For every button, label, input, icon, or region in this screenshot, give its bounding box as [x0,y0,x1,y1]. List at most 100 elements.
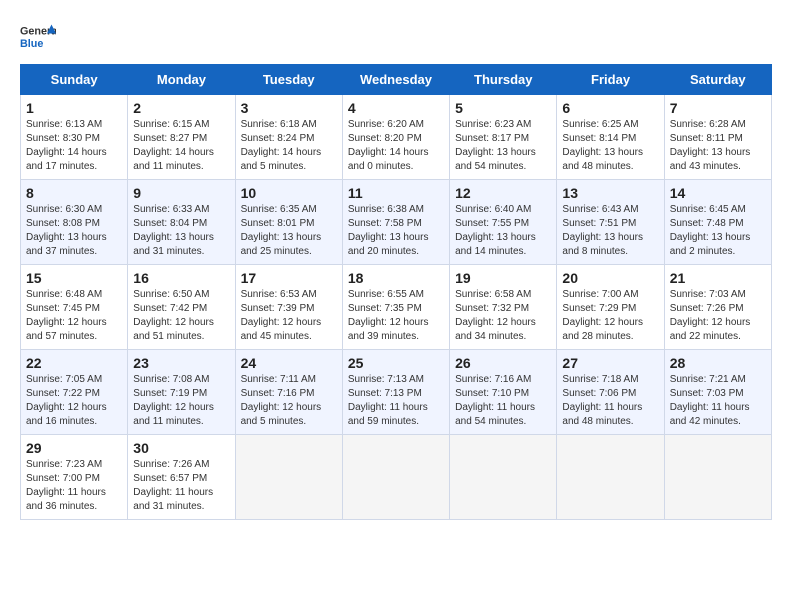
day-number: 29 [26,440,122,456]
day-info: Sunrise: 6:28 AM Sunset: 8:11 PM Dayligh… [670,118,766,174]
calendar-week-row: 1 Sunrise: 6:13 AM Sunset: 8:30 PM Dayli… [21,95,772,180]
day-number: 4 [348,100,444,116]
daylight-label: Daylight: 13 hours and 14 minutes. [455,232,536,257]
sunrise-label: Sunrise: 6:20 AM [348,119,424,130]
day-info: Sunrise: 6:20 AM Sunset: 8:20 PM Dayligh… [348,118,444,174]
calendar-cell: 1 Sunrise: 6:13 AM Sunset: 8:30 PM Dayli… [21,95,128,180]
sunset-label: Sunset: 7:00 PM [26,473,100,484]
sunset-label: Sunset: 8:20 PM [348,133,422,144]
day-info: Sunrise: 6:50 AM Sunset: 7:42 PM Dayligh… [133,288,229,344]
day-number: 9 [133,185,229,201]
header-day-sunday: Sunday [21,65,128,95]
sunrise-label: Sunrise: 6:15 AM [133,119,209,130]
svg-text:Blue: Blue [20,38,43,50]
day-info: Sunrise: 6:13 AM Sunset: 8:30 PM Dayligh… [26,118,122,174]
day-info: Sunrise: 7:16 AM Sunset: 7:10 PM Dayligh… [455,373,551,429]
sunrise-label: Sunrise: 6:40 AM [455,204,531,215]
header-day-thursday: Thursday [450,65,557,95]
sunrise-label: Sunrise: 7:03 AM [670,289,746,300]
logo-icon: General Blue [20,20,56,56]
day-number: 5 [455,100,551,116]
calendar-week-row: 29 Sunrise: 7:23 AM Sunset: 7:00 PM Dayl… [21,435,772,520]
sunset-label: Sunset: 7:03 PM [670,388,744,399]
day-info: Sunrise: 6:58 AM Sunset: 7:32 PM Dayligh… [455,288,551,344]
day-info: Sunrise: 6:23 AM Sunset: 8:17 PM Dayligh… [455,118,551,174]
calendar-cell: 12 Sunrise: 6:40 AM Sunset: 7:55 PM Dayl… [450,180,557,265]
calendar-cell: 5 Sunrise: 6:23 AM Sunset: 8:17 PM Dayli… [450,95,557,180]
day-number: 14 [670,185,766,201]
daylight-label: Daylight: 13 hours and 20 minutes. [348,232,429,257]
calendar-cell: 4 Sunrise: 6:20 AM Sunset: 8:20 PM Dayli… [342,95,449,180]
sunrise-label: Sunrise: 6:43 AM [562,204,638,215]
calendar-cell [450,435,557,520]
sunset-label: Sunset: 6:57 PM [133,473,207,484]
calendar-cell [664,435,771,520]
calendar-cell: 6 Sunrise: 6:25 AM Sunset: 8:14 PM Dayli… [557,95,664,180]
day-info: Sunrise: 6:53 AM Sunset: 7:39 PM Dayligh… [241,288,337,344]
header-day-tuesday: Tuesday [235,65,342,95]
day-info: Sunrise: 6:45 AM Sunset: 7:48 PM Dayligh… [670,203,766,259]
day-number: 17 [241,270,337,286]
daylight-label: Daylight: 13 hours and 43 minutes. [670,147,751,172]
calendar-cell: 16 Sunrise: 6:50 AM Sunset: 7:42 PM Dayl… [128,265,235,350]
day-info: Sunrise: 6:35 AM Sunset: 8:01 PM Dayligh… [241,203,337,259]
sunset-label: Sunset: 7:45 PM [26,303,100,314]
sunrise-label: Sunrise: 7:16 AM [455,374,531,385]
sunrise-label: Sunrise: 7:26 AM [133,459,209,470]
day-info: Sunrise: 7:08 AM Sunset: 7:19 PM Dayligh… [133,373,229,429]
day-info: Sunrise: 6:48 AM Sunset: 7:45 PM Dayligh… [26,288,122,344]
sunset-label: Sunset: 7:13 PM [348,388,422,399]
sunset-label: Sunset: 7:35 PM [348,303,422,314]
daylight-label: Daylight: 12 hours and 5 minutes. [241,402,322,427]
calendar-cell: 27 Sunrise: 7:18 AM Sunset: 7:06 PM Dayl… [557,350,664,435]
calendar-cell: 21 Sunrise: 7:03 AM Sunset: 7:26 PM Dayl… [664,265,771,350]
sunrise-label: Sunrise: 7:11 AM [241,374,316,385]
day-number: 11 [348,185,444,201]
daylight-label: Daylight: 12 hours and 16 minutes. [26,402,107,427]
calendar-cell: 2 Sunrise: 6:15 AM Sunset: 8:27 PM Dayli… [128,95,235,180]
sunset-label: Sunset: 8:14 PM [562,133,636,144]
daylight-label: Daylight: 14 hours and 11 minutes. [133,147,214,172]
calendar-cell: 14 Sunrise: 6:45 AM Sunset: 7:48 PM Dayl… [664,180,771,265]
calendar-cell: 18 Sunrise: 6:55 AM Sunset: 7:35 PM Dayl… [342,265,449,350]
calendar-week-row: 15 Sunrise: 6:48 AM Sunset: 7:45 PM Dayl… [21,265,772,350]
day-info: Sunrise: 6:55 AM Sunset: 7:35 PM Dayligh… [348,288,444,344]
day-number: 10 [241,185,337,201]
calendar-week-row: 8 Sunrise: 6:30 AM Sunset: 8:08 PM Dayli… [21,180,772,265]
daylight-label: Daylight: 11 hours and 31 minutes. [133,487,213,512]
day-number: 15 [26,270,122,286]
sunset-label: Sunset: 7:29 PM [562,303,636,314]
sunrise-label: Sunrise: 6:55 AM [348,289,424,300]
sunrise-label: Sunrise: 6:30 AM [26,204,102,215]
calendar-cell: 17 Sunrise: 6:53 AM Sunset: 7:39 PM Dayl… [235,265,342,350]
header-day-wednesday: Wednesday [342,65,449,95]
day-number: 25 [348,355,444,371]
daylight-label: Daylight: 13 hours and 48 minutes. [562,147,643,172]
day-number: 20 [562,270,658,286]
header-day-saturday: Saturday [664,65,771,95]
day-info: Sunrise: 6:33 AM Sunset: 8:04 PM Dayligh… [133,203,229,259]
daylight-label: Daylight: 12 hours and 39 minutes. [348,317,429,342]
sunset-label: Sunset: 7:42 PM [133,303,207,314]
day-info: Sunrise: 7:03 AM Sunset: 7:26 PM Dayligh… [670,288,766,344]
sunrise-label: Sunrise: 6:48 AM [26,289,102,300]
calendar-cell: 19 Sunrise: 6:58 AM Sunset: 7:32 PM Dayl… [450,265,557,350]
daylight-label: Daylight: 14 hours and 0 minutes. [348,147,429,172]
daylight-label: Daylight: 13 hours and 37 minutes. [26,232,107,257]
daylight-label: Daylight: 11 hours and 54 minutes. [455,402,535,427]
daylight-label: Daylight: 13 hours and 8 minutes. [562,232,643,257]
calendar-cell: 25 Sunrise: 7:13 AM Sunset: 7:13 PM Dayl… [342,350,449,435]
sunrise-label: Sunrise: 6:58 AM [455,289,531,300]
sunrise-label: Sunrise: 6:33 AM [133,204,209,215]
daylight-label: Daylight: 11 hours and 36 minutes. [26,487,106,512]
sunrise-label: Sunrise: 6:38 AM [348,204,424,215]
calendar-cell: 29 Sunrise: 7:23 AM Sunset: 7:00 PM Dayl… [21,435,128,520]
calendar-cell: 13 Sunrise: 6:43 AM Sunset: 7:51 PM Dayl… [557,180,664,265]
day-number: 19 [455,270,551,286]
daylight-label: Daylight: 11 hours and 42 minutes. [670,402,750,427]
sunset-label: Sunset: 8:24 PM [241,133,315,144]
day-info: Sunrise: 6:30 AM Sunset: 8:08 PM Dayligh… [26,203,122,259]
day-number: 18 [348,270,444,286]
sunset-label: Sunset: 7:06 PM [562,388,636,399]
day-info: Sunrise: 6:40 AM Sunset: 7:55 PM Dayligh… [455,203,551,259]
